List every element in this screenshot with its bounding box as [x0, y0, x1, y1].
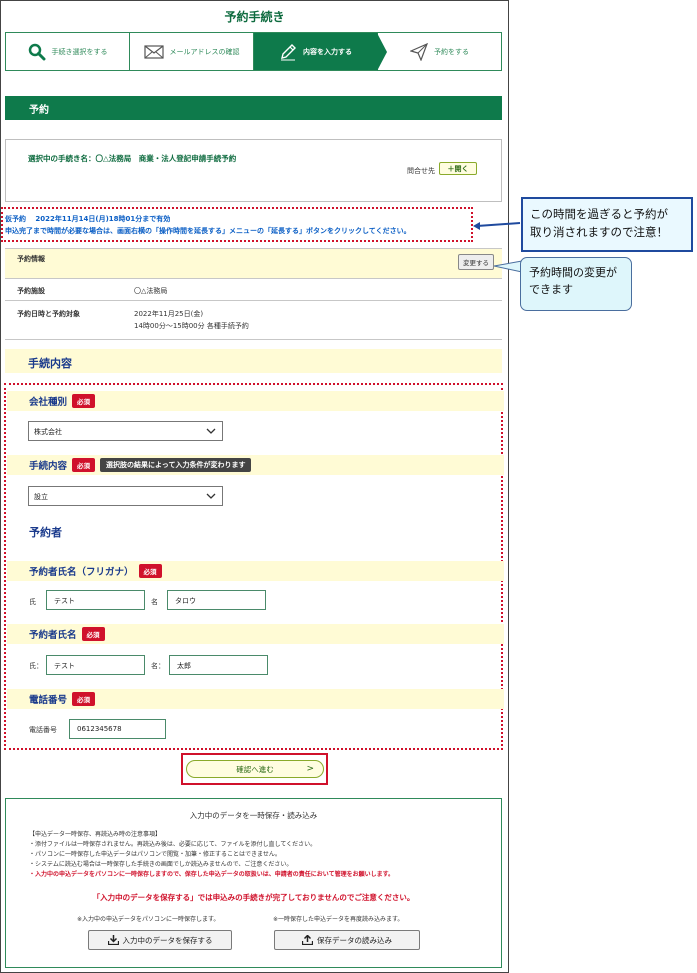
pencil-icon	[281, 43, 296, 60]
kana-name-label: 予約者氏名（フリガナ）	[29, 567, 134, 578]
expiry-callout-line1: この時間を過ぎると予約が	[530, 207, 668, 221]
company-type-header: 会社種別 必須	[7, 391, 504, 411]
selected-procedure-label: 選択中の手続き名：	[28, 154, 96, 163]
chevron-right-icon: >	[306, 764, 314, 774]
save-load-title: 入力中のデータを一時保存・読み込み	[189, 811, 318, 820]
name-given-input[interactable]: 太郎	[169, 655, 268, 675]
selected-procedure-value: 〇△法務局 商業・法人登記申請手続予約	[95, 154, 237, 163]
chevron-down-icon	[206, 493, 216, 499]
procedure-note-badge: 選択肢の結果によって入力条件が変わります	[100, 458, 252, 472]
required-badge: 必須	[81, 627, 105, 641]
step-select-procedure: 手続き選択をする	[6, 33, 130, 70]
date-value: 2022年11月25日(金)	[134, 310, 204, 318]
required-badge: 必須	[72, 458, 96, 472]
name-surname-label: 氏：	[29, 662, 43, 670]
procedure-select[interactable]: 設立	[28, 486, 223, 506]
reservation-info-header	[5, 249, 502, 279]
company-type-select[interactable]: 株式会社	[28, 421, 223, 441]
save-data-label: 入力中のデータを保存する	[122, 935, 213, 945]
required-badge: 必須	[138, 564, 162, 578]
kana-name-header: 予約者氏名（フリガナ） 必須	[7, 561, 504, 581]
note-item: ・添付ファイルは一時保存されません。再読込み後は、必要に応じて、ファイルを添付し…	[29, 841, 317, 848]
company-type-value: 株式会社	[34, 428, 62, 436]
expiry-callout-line2: 取り消されますので注意！	[530, 225, 668, 239]
facility-row	[5, 280, 502, 301]
required-badge: 必須	[72, 394, 96, 408]
time-value: 14時00分～15時00分 各種手続予約	[134, 322, 249, 330]
save-warning: 「入力中のデータを保存する」では申込みの手続きが完了しておりませんのでご注意くだ…	[92, 893, 415, 902]
datetime-row	[5, 302, 502, 340]
procedure-section-title: 手続内容	[5, 349, 502, 373]
extend-time-notice: 申込完了まで時間が必要な場合は、画面右横の「操作時間を延長する」メニューの「延長…	[5, 227, 411, 235]
datetime-label: 予約日時と予約対象	[17, 310, 80, 318]
download-icon	[107, 935, 119, 945]
change-callout-line2: できます	[529, 283, 573, 296]
confirm-button-label: 確認へ進む	[236, 764, 274, 774]
notes-heading: 【申込データ一時保存、再読込み時の注意事項】	[29, 831, 162, 838]
phone-header: 電話番号 必須	[7, 689, 504, 709]
save-notes: 【申込データ一時保存、再読込み時の注意事項】 ・添付ファイルは一時保存されません…	[29, 830, 394, 880]
temporary-reservation-expiry: 仮予約 2022年11月14日(月)18時01分まで有効	[5, 215, 171, 223]
kana-surname-input[interactable]: テスト	[46, 590, 145, 610]
step-input-content: 内容を入力する	[254, 33, 387, 71]
load-caption: ※一時保存した申込データを再度読み込みます。	[273, 916, 404, 923]
step-label: 予約をする	[434, 47, 469, 56]
reservation-info-label: 予約情報	[17, 255, 45, 263]
change-reservation-button[interactable]: 変更する	[458, 254, 494, 270]
selected-procedure-text: 選択中の手続き名：〇△法務局 商業・法人登記申請手続予約	[28, 153, 236, 164]
change-callout: 予約時間の変更が できます	[520, 257, 632, 311]
mail-icon	[143, 44, 164, 59]
step-confirm-email: メールアドレスの確認	[130, 33, 254, 70]
procedure-label: 手続内容	[29, 461, 68, 472]
note-item-red: ・入力中の申込データをパソコンに一時保存しますので、保存した申込データの取扱いは…	[29, 871, 394, 878]
step-label: 手続き選択をする	[51, 47, 108, 56]
open-contact-button[interactable]: ＋開く	[439, 162, 477, 175]
name-given-label: 名：	[151, 662, 165, 670]
page-title: 予約手続き	[224, 10, 285, 24]
confirm-button[interactable]: 確認へ進む >	[186, 760, 324, 778]
facility-value: 〇△法務局	[134, 287, 168, 295]
company-type-label: 会社種別	[29, 397, 68, 408]
procedure-value: 設立	[34, 493, 48, 501]
step-label: 内容を入力する	[303, 47, 352, 56]
search-icon	[28, 43, 45, 60]
step-label: メールアドレスの確認	[169, 47, 240, 56]
upload-icon	[302, 935, 313, 945]
procedure-header: 手続内容 必須 選択肢の結果によって入力条件が変わります	[7, 455, 504, 475]
name-header: 予約者氏名 必須	[7, 624, 504, 644]
note-item: ・システムに読込む場合は一時保存した手続きの画面でしか読込みませんので、ご注意く…	[29, 861, 293, 868]
phone-field-label: 電話番号	[29, 726, 57, 734]
progress-steps: 手続き選択をする メールアドレスの確認 内容を入力する 予約をする	[5, 32, 502, 71]
phone-label: 電話番号	[29, 695, 68, 706]
name-surname-input[interactable]: テスト	[46, 655, 145, 675]
save-load-box	[5, 798, 502, 968]
load-data-label: 保存データの読み込み	[317, 935, 392, 945]
change-callout-line1: 予約時間の変更が	[529, 266, 617, 279]
required-badge: 必須	[72, 692, 96, 706]
phone-input[interactable]: 0612345678	[69, 719, 166, 739]
save-data-button[interactable]: 入力中のデータを保存する	[88, 930, 232, 950]
name-label: 予約者氏名	[29, 630, 77, 641]
booker-heading: 予約者	[29, 526, 62, 539]
load-data-button[interactable]: 保存データの読み込み	[274, 930, 420, 950]
step-reserve: 予約をする	[378, 33, 501, 70]
section-header: 予約	[5, 96, 502, 120]
save-caption: ※入力中の申込データをパソコンに一時保存します。	[77, 916, 220, 923]
kana-given-input[interactable]: タロウ	[167, 590, 266, 610]
kana-surname-label: 氏	[29, 598, 36, 606]
chevron-down-icon	[206, 428, 216, 434]
note-item: ・パソコンに一時保存した申込データはパソコンで閲覧・加筆・修正することはできませ…	[29, 851, 281, 858]
expiry-callout: この時間を過ぎると予約が 取り消されますので注意！	[521, 197, 693, 252]
send-icon	[410, 42, 428, 61]
contact-label: 問合せ先	[407, 167, 435, 175]
kana-given-label: 名	[151, 598, 158, 606]
facility-label: 予約施設	[17, 287, 45, 295]
temporary-reservation-highlight	[1, 207, 473, 242]
